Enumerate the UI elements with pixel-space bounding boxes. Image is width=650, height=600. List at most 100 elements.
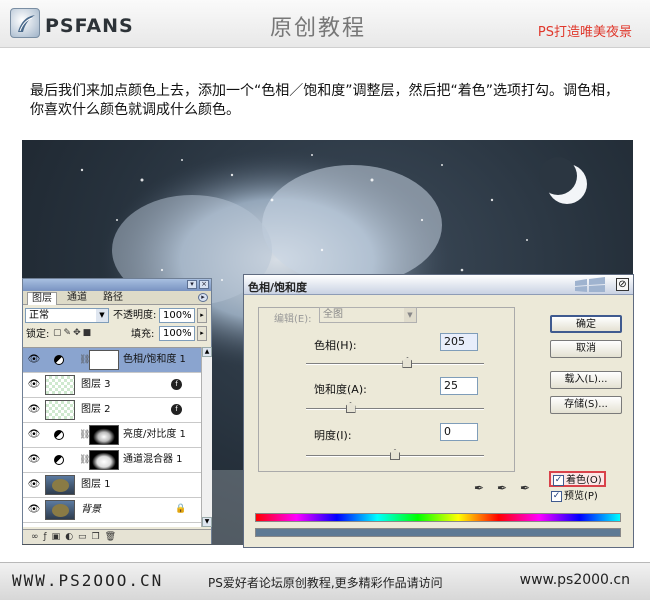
- layers-panel-tabs: 图层 通道 路径 ▸: [23, 291, 211, 305]
- hue-slider[interactable]: [306, 357, 484, 368]
- layer-mask-thumbnail[interactable]: [89, 425, 119, 445]
- close-icon[interactable]: ×: [199, 280, 209, 289]
- saturation-input[interactable]: 25: [440, 377, 478, 395]
- lock-transparency-icon[interactable]: ▢: [53, 328, 64, 338]
- new-layer-icon[interactable]: ❐: [92, 532, 105, 542]
- hue-label: 色相(H):: [314, 339, 357, 352]
- footer-site-logo: WWW.PS2OOO.CN: [12, 571, 164, 590]
- result-color-bar: [255, 528, 621, 537]
- moon-icon: [539, 157, 587, 204]
- tab-layers[interactable]: 图层: [27, 292, 57, 305]
- lock-all-icon[interactable]: ■: [83, 328, 94, 338]
- layers-panel-titlebar[interactable]: ▾ ×: [23, 279, 211, 291]
- layers-panel: ▾ × 图层 通道 路径 ▸ 正常 ▼ 不透明度: 100% ▸ 锁定: ▢✎✥…: [22, 278, 212, 544]
- hue-input[interactable]: 205: [440, 333, 478, 351]
- fill-slider-arrow-icon[interactable]: ▸: [197, 326, 207, 341]
- minimize-icon[interactable]: ▾: [187, 280, 197, 289]
- adjustment-layer-icon: [54, 455, 64, 465]
- layer-style-icon[interactable]: f: [171, 379, 182, 390]
- saturation-label: 饱和度(A):: [314, 383, 367, 396]
- layer-list-scrollbar[interactable]: ▲ ▼: [201, 347, 212, 527]
- eye-icon[interactable]: 👁: [27, 479, 41, 491]
- layer-row-layer3[interactable]: 👁 图层 3 f: [23, 373, 201, 398]
- edit-select[interactable]: 全图 ▼: [319, 307, 417, 323]
- fill-input[interactable]: 100%: [159, 326, 195, 341]
- layer-name: 图层 3: [81, 379, 111, 390]
- layer-name: 图层 1: [81, 479, 111, 490]
- link-layers-icon[interactable]: ∞: [31, 532, 44, 542]
- blend-mode-select[interactable]: 正常 ▼: [25, 308, 109, 323]
- fill-label: 填充:: [131, 329, 155, 340]
- layer-row-layer2[interactable]: 👁 图层 2 f: [23, 398, 201, 423]
- layer-mask-thumbnail[interactable]: [89, 350, 119, 370]
- lightness-input[interactable]: 0: [440, 423, 478, 441]
- page-title: 原创教程: [270, 16, 367, 41]
- lock-paint-icon[interactable]: ✎: [64, 328, 74, 338]
- preview-checkmark-icon[interactable]: ✓: [551, 490, 562, 502]
- new-group-icon[interactable]: ▭: [78, 532, 92, 542]
- lock-options[interactable]: ▢✎✥■: [53, 328, 93, 338]
- header: PSFANS 原创教程 PS打造唯美夜景: [0, 0, 650, 48]
- eye-icon[interactable]: 👁: [27, 454, 41, 466]
- eye-icon[interactable]: 👁: [27, 429, 41, 441]
- eyedropper-plus-icon[interactable]: ✒: [497, 481, 511, 497]
- opacity-slider-arrow-icon[interactable]: ▸: [197, 308, 207, 323]
- layer-row-background[interactable]: 👁 背景 🔒: [23, 498, 201, 523]
- header-slogan: PS打造唯美夜景: [537, 25, 632, 40]
- layer-row-layer1[interactable]: 👁 图层 1: [23, 473, 201, 498]
- layer-name: 色相/饱和度 1: [123, 354, 186, 365]
- dialog-titlebar[interactable]: 色相/饱和度 ⊘: [244, 275, 633, 295]
- footer-url-link[interactable]: www.ps2000.cn: [520, 572, 630, 588]
- logo-text: PSFANS: [45, 15, 134, 37]
- load-button[interactable]: 载入(L)...: [550, 371, 622, 389]
- eyedropper-minus-icon[interactable]: ✒: [520, 481, 534, 497]
- colorize-checkmark-icon[interactable]: ✓: [553, 474, 564, 486]
- footer-caption: PS爱好者论坛原创教程,更多精彩作品请访问: [208, 576, 443, 590]
- colorize-label: 着色(O): [566, 475, 602, 486]
- adjustment-layer-icon: [54, 430, 64, 440]
- colorize-checkbox[interactable]: ✓ 着色(O): [549, 471, 606, 487]
- scroll-down-icon[interactable]: ▼: [202, 517, 212, 527]
- save-button[interactable]: 存储(S)...: [550, 396, 622, 414]
- footer: WWW.PS2OOO.CN PS爱好者论坛原创教程,更多精彩作品请访问 www.…: [0, 562, 650, 600]
- tab-paths[interactable]: 路径: [99, 292, 127, 305]
- eye-icon[interactable]: 👁: [27, 504, 41, 516]
- eyedropper-icon[interactable]: ✒: [474, 481, 488, 497]
- add-mask-icon[interactable]: ▣: [52, 532, 66, 542]
- trash-icon[interactable]: 🗑: [105, 532, 121, 542]
- panel-menu-icon[interactable]: ▸: [198, 293, 208, 302]
- layer-mask-thumbnail[interactable]: [89, 450, 119, 470]
- opacity-input[interactable]: 100%: [159, 308, 195, 323]
- edit-label: 编辑(E):: [274, 314, 312, 325]
- tab-channels[interactable]: 通道: [63, 292, 91, 305]
- intro-paragraph: 最后我们来加点颜色上去，添加一个“色相／饱和度”调整层，然后把“着色”选项打勾。…: [30, 83, 620, 118]
- layer-name: 通道混合器 1: [123, 454, 183, 465]
- dialog-close-icon[interactable]: ⊘: [616, 278, 629, 291]
- layer-row-hue-saturation[interactable]: 👁 ⛓ 色相/饱和度 1: [23, 348, 201, 373]
- lock-fill-row: 锁定: ▢✎✥■ 填充: 100% ▸: [23, 325, 211, 343]
- opacity-label: 不透明度:: [113, 310, 157, 321]
- eye-icon[interactable]: 👁: [27, 379, 41, 391]
- layer-thumbnail: [45, 375, 75, 395]
- psfans-logo-icon: [10, 8, 40, 38]
- lock-move-icon[interactable]: ✥: [73, 328, 83, 338]
- cancel-button[interactable]: 取消: [550, 340, 622, 358]
- lock-label: 锁定:: [26, 329, 50, 340]
- adjustment-layer-icon: [54, 355, 64, 365]
- layer-row-channel-mixer[interactable]: 👁 ⛓ 通道混合器 1: [23, 448, 201, 473]
- lightness-slider[interactable]: [306, 449, 484, 460]
- hue-spectrum-bar: [255, 513, 621, 522]
- layer-thumbnail: [45, 475, 75, 495]
- eye-icon[interactable]: 👁: [27, 404, 41, 416]
- saturation-slider[interactable]: [306, 402, 484, 413]
- eye-icon[interactable]: 👁: [27, 354, 41, 366]
- ok-button[interactable]: 确定: [550, 315, 622, 333]
- layer-row-brightness-contrast[interactable]: 👁 ⛓ 亮度/对比度 1: [23, 423, 201, 448]
- layer-style-icon[interactable]: f: [171, 404, 182, 415]
- new-adjustment-icon[interactable]: ◐: [65, 532, 78, 542]
- scroll-up-icon[interactable]: ▲: [202, 347, 212, 357]
- windows-logo-icon: [575, 277, 605, 292]
- add-style-icon[interactable]: ƒ: [44, 532, 52, 542]
- preview-checkbox[interactable]: ✓ 预览(P): [551, 489, 598, 505]
- layer-thumbnail: [45, 400, 75, 420]
